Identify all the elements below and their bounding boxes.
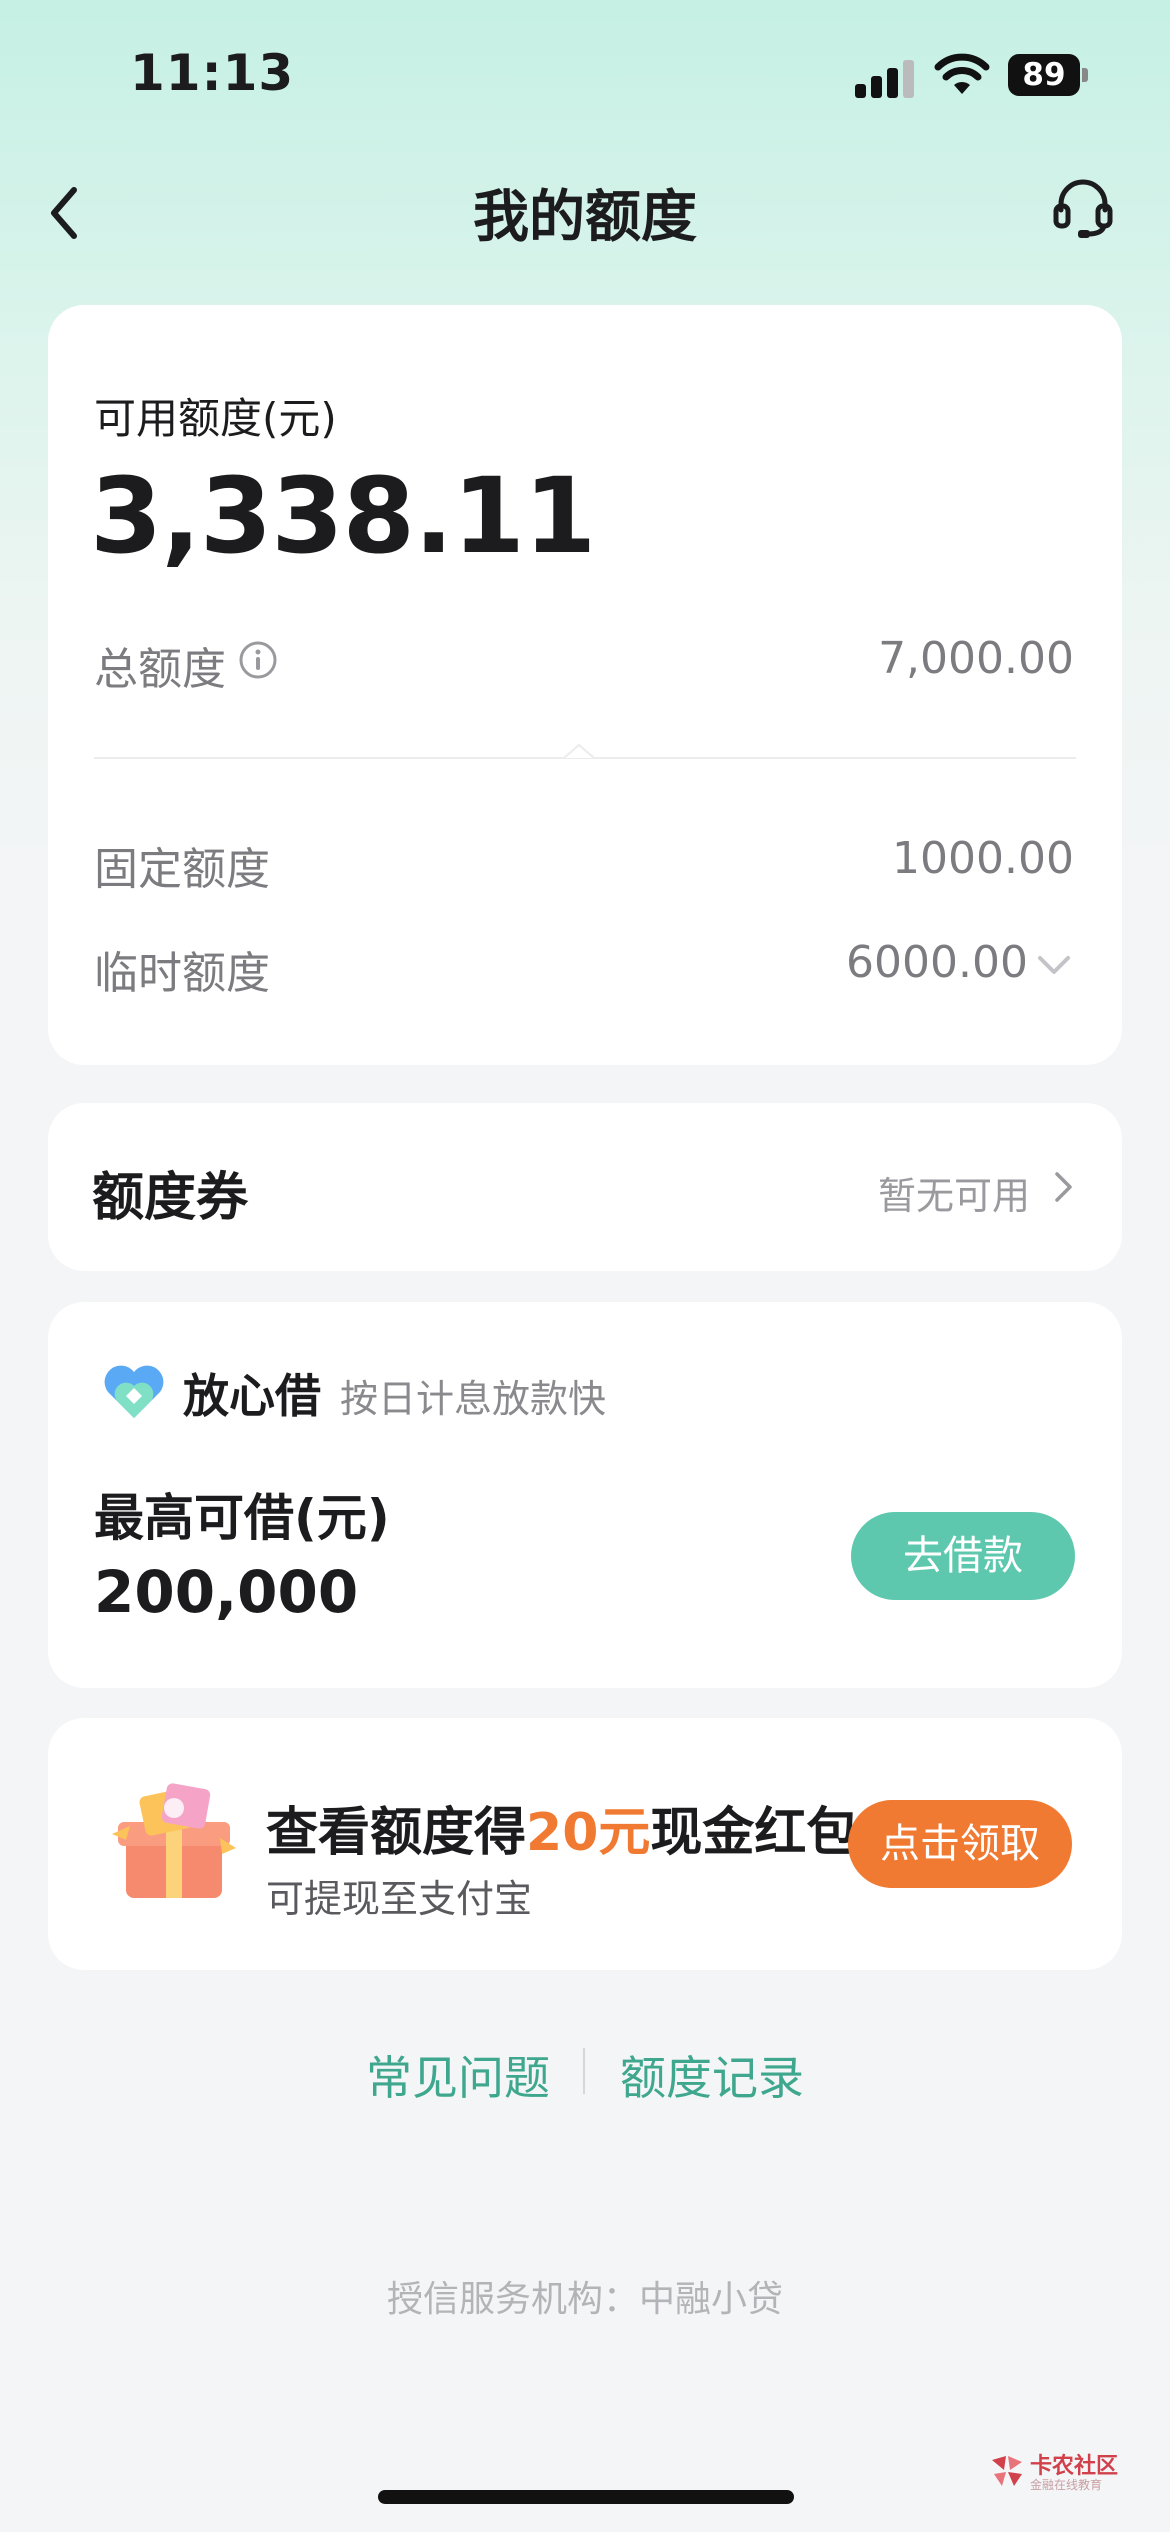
loan-brand: 放心借 [183, 1369, 321, 1423]
promo-title: 查看额度得20元现金红包 [266, 1790, 858, 1865]
fangxinjie-logo-icon [104, 1365, 164, 1418]
promo-title-highlight: 20元 [526, 1803, 651, 1863]
footer-links: 常见问题 额度记录 [0, 2042, 1170, 2105]
coupon-status: 暂无可用 [877, 1174, 1030, 1218]
quota-coupon-row[interactable]: 额度券 暂无可用 [48, 1103, 1122, 1271]
available-quota-label: 可用额度(元) [94, 394, 337, 443]
red-packet-gift-icon [112, 1783, 236, 1898]
promo-card: 查看额度得20元现金红包 可提现至支付宝 点击领取 [48, 1718, 1122, 1970]
coupon-title: 额度券 [92, 1168, 249, 1228]
credit-org-text: 授信服务机构：中融小贷 [386, 2279, 783, 2320]
loan-max-label: 最高可借(元) [94, 1489, 390, 1547]
info-icon[interactable] [238, 640, 278, 680]
chevron-down-icon[interactable] [1034, 950, 1074, 980]
total-quota-value: 7,000.00 [878, 633, 1074, 684]
headset-icon[interactable] [1048, 172, 1118, 242]
quota-records-link[interactable]: 额度记录 [620, 2042, 804, 2108]
battery-level: 89 [1008, 54, 1080, 96]
temp-quota-value[interactable]: 6000.00 [846, 937, 1028, 988]
watermark: 卡农社区 金融在线教育 [988, 2448, 1118, 2498]
battery-icon: 89 [1008, 54, 1088, 96]
total-quota-label: 总额度 [94, 644, 226, 695]
faq-link[interactable]: 常见问题 [366, 2042, 550, 2108]
fixed-quota-value: 1000.00 [892, 833, 1074, 884]
promo-title-prefix: 查看额度得 [266, 1803, 527, 1863]
divider-notch [564, 743, 594, 759]
page-title: 我的额度 [473, 185, 697, 250]
watermark-logo-icon [992, 2456, 1022, 2486]
cellular-signal-icon [855, 58, 915, 98]
available-quota-amount: 3,338.11 [90, 455, 596, 577]
promo-title-suffix: 现金红包 [650, 1803, 859, 1863]
loan-card: 放心借 按日计息放款快 最高可借(元) 200,000 去借款 [48, 1302, 1122, 1688]
temp-quota-label: 临时额度 [94, 948, 270, 999]
claim-button[interactable]: 点击领取 [848, 1800, 1072, 1888]
home-indicator[interactable] [378, 2490, 794, 2504]
status-bar: 11:13 89 [0, 0, 1170, 150]
borrow-button[interactable]: 去借款 [851, 1512, 1075, 1600]
status-time: 11:13 [130, 44, 295, 102]
wifi-icon [934, 53, 990, 94]
promo-subtitle: 可提现至支付宝 [266, 1877, 533, 1921]
chevron-right-icon [1055, 1172, 1072, 1202]
fixed-quota-label: 固定额度 [94, 844, 270, 895]
watermark-subtext: 金融在线教育 [1030, 2478, 1103, 2492]
link-separator [583, 2048, 585, 2094]
loan-slogan: 按日计息放款快 [340, 1377, 607, 1421]
quota-card: 可用额度(元) 3,338.11 总额度 7,000.00 固定额度 1000.… [48, 305, 1122, 1065]
loan-max-value: 200,000 [94, 1558, 359, 1626]
